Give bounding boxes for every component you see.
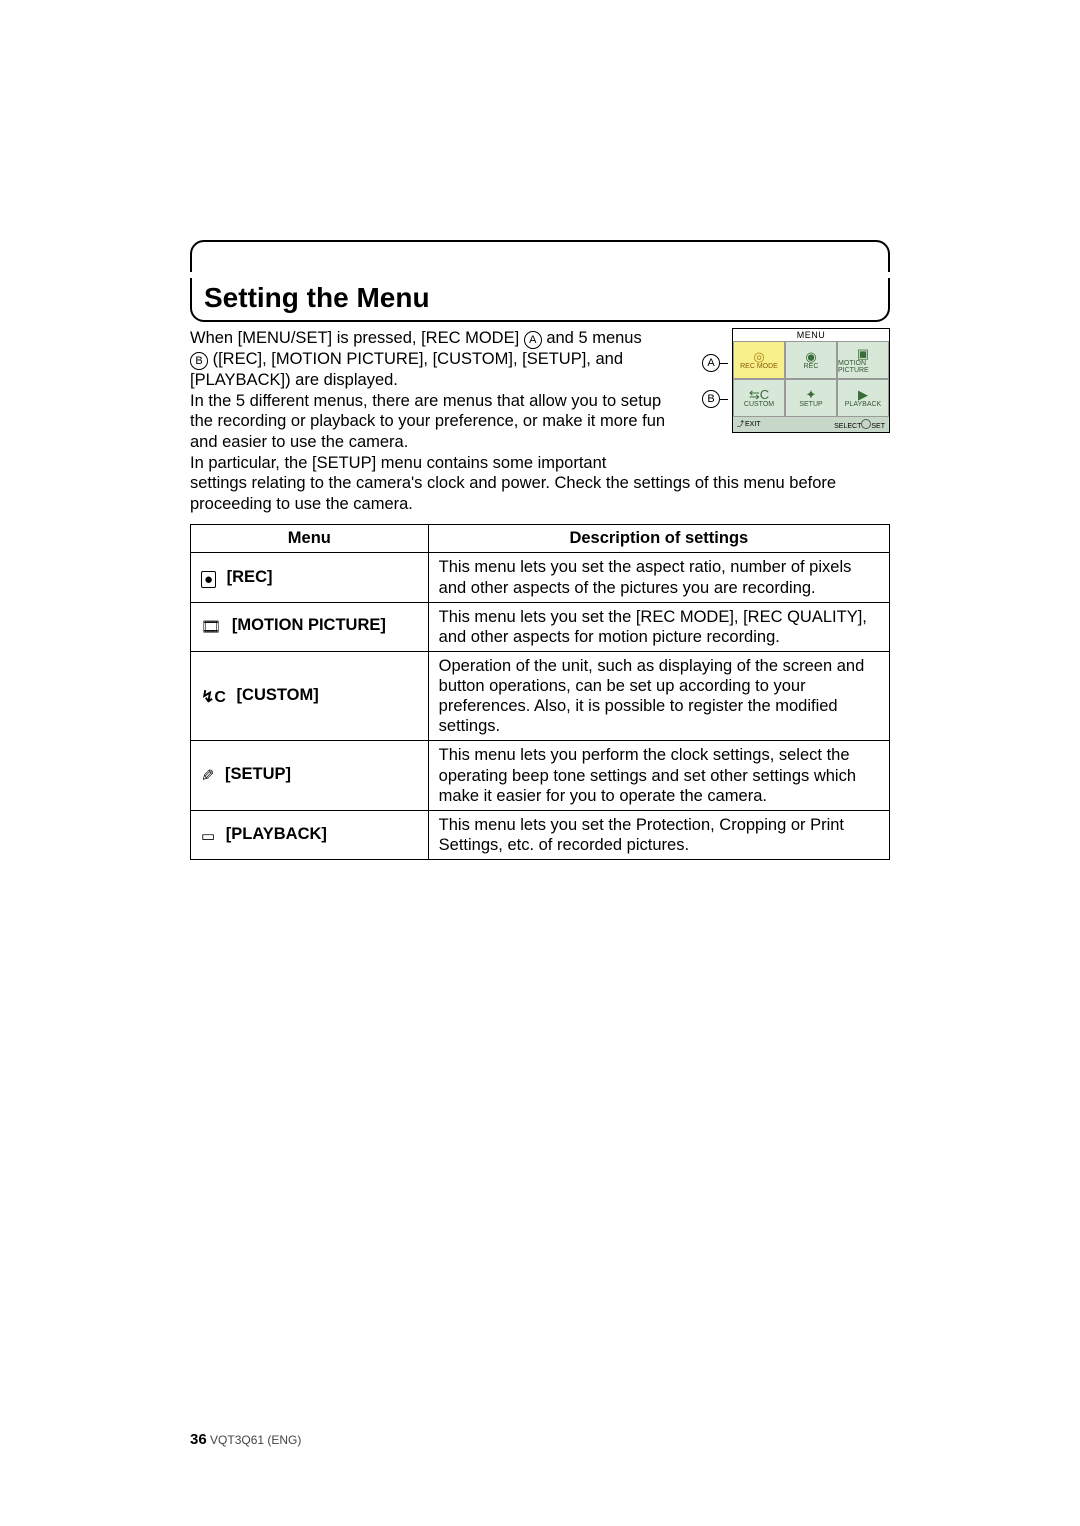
para1-after: ([REC], [MOTION PICTURE], [CUSTOM], [SET… [190,350,623,389]
motion-icon [201,617,221,638]
camera-menu-cell: ◉REC [785,341,837,379]
camera-menu-cell-icon: ▣ [857,347,869,360]
select-label: SELECT [834,423,861,430]
th-desc: Description of settings [428,525,889,553]
camera-menu-cell: ✦SETUP [785,379,837,417]
callout-column: A B [702,328,728,408]
menu-name-label: [SETUP] [220,765,291,783]
camera-menu-cell-icon: ✦ [806,388,817,401]
camera-screenshot-wrap: A B MENU ◎REC MODE◉REC▣MOTION PICTURE⇆CC… [702,328,890,473]
page-footer: 36 VQT3Q61 (ENG) [190,1431,301,1448]
menu-table-body: ● [REC]This menu lets you set the aspect… [191,553,890,860]
setup-icon [201,766,214,787]
table-row: [PLAYBACK] This menu lets you set the Pro… [191,810,890,859]
para1-pre: When [MENU/SET] is pressed, [REC MODE] [190,329,524,347]
callout-b-line: B [702,390,728,408]
callout-a-line: A [702,354,728,372]
manual-page: Setting the Menu When [MENU/SET] is pres… [0,0,1080,1526]
camera-menu-cell: ▶PLAYBACK [837,379,889,417]
callout-b-inline: B [190,352,208,370]
camera-menu-cell-icon: ⇆C [749,388,769,401]
camera-menu-title: MENU [733,329,889,341]
section-title-frame: Setting the Menu [190,240,890,322]
table-row: [MOTION PICTURE] This menu lets you set t… [191,602,890,651]
para2: In the 5 different menus, there are menu… [190,392,665,451]
camera-menu-cell-label: REC [804,363,819,370]
callout-a-circle: A [702,354,720,372]
set-label: SET [871,423,885,430]
camera-menu-footer: EXIT SELECT SET [733,417,889,432]
camera-menu-cell: ◎REC MODE [733,341,785,379]
callout-b-leader [720,399,728,400]
camera-menu-cell-icon: ◉ [805,350,816,363]
exit-label: EXIT [737,419,761,430]
menu-name-cell: [SETUP] [191,741,429,810]
th-menu: Menu [191,525,429,553]
table-row: [CUSTOM] Operation of the unit, such as d… [191,651,890,741]
callout-a-inline: A [524,331,542,349]
camera-menu-screenshot: MENU ◎REC MODE◉REC▣MOTION PICTURE⇆CCUSTO… [732,328,890,433]
para3-a: In particular, the [SETUP] menu contains… [190,454,606,472]
intro-text: When [MENU/SET] is pressed, [REC MODE] A… [190,328,688,473]
camera-menu-cell-label: SETUP [799,401,822,408]
menu-desc-cell: This menu lets you set the Protection, C… [428,810,889,859]
section-title: Setting the Menu [204,282,876,314]
camera-menu-cell-label: PLAYBACK [845,401,881,408]
camera-menu-grid: ◎REC MODE◉REC▣MOTION PICTURE⇆CCUSTOM✦SET… [733,341,889,417]
doc-id: VQT3Q61 (ENG) [210,1433,301,1447]
menu-name-cell: ● [REC] [191,553,429,602]
callout-a-leader [720,363,728,364]
table-row: ● [REC]This menu lets you set the aspect… [191,553,890,602]
callout-b-circle: B [702,390,720,408]
camera-menu-cell-label: CUSTOM [744,401,774,408]
page-number: 36 [190,1431,207,1448]
rec-icon: ● [201,571,216,588]
menu-desc-cell: This menu lets you perform the clock set… [428,741,889,810]
para3-b: settings relating to the camera's clock … [190,473,890,514]
menu-desc-cell: This menu lets you set the aspect ratio,… [428,553,889,602]
camera-menu-cell: ⇆CCUSTOM [733,379,785,417]
menu-name-cell: [MOTION PICTURE] [191,602,429,651]
camera-menu-cell-icon: ◎ [753,350,764,363]
intro-row: When [MENU/SET] is pressed, [REC MODE] A… [190,328,890,473]
select-set-label: SELECT SET [834,419,885,430]
menu-desc-cell: Operation of the unit, such as displayin… [428,651,889,741]
camera-menu-cell-icon: ▶ [858,388,868,401]
custom-icon [201,687,226,708]
menu-name-cell: [CUSTOM] [191,651,429,741]
playback-icon [201,826,215,846]
menu-name-label: [MOTION PICTURE] [227,616,386,634]
menu-description-table: Menu Description of settings ● [REC]This… [190,524,890,860]
menu-name-label: [CUSTOM] [232,686,319,704]
para1-mid: and 5 menus [542,329,642,347]
camera-menu-cell-label: REC MODE [740,363,778,370]
menu-name-label: [PLAYBACK] [221,825,327,843]
joystick-icon [861,419,871,429]
menu-desc-cell: This menu lets you set the [REC MODE], [… [428,602,889,651]
menu-name-label: [REC] [222,568,272,586]
camera-menu-cell: ▣MOTION PICTURE [837,341,889,379]
camera-menu-cell-label: MOTION PICTURE [838,360,888,374]
table-row: [SETUP] This menu lets you perform the cl… [191,741,890,810]
menu-name-cell: [PLAYBACK] [191,810,429,859]
